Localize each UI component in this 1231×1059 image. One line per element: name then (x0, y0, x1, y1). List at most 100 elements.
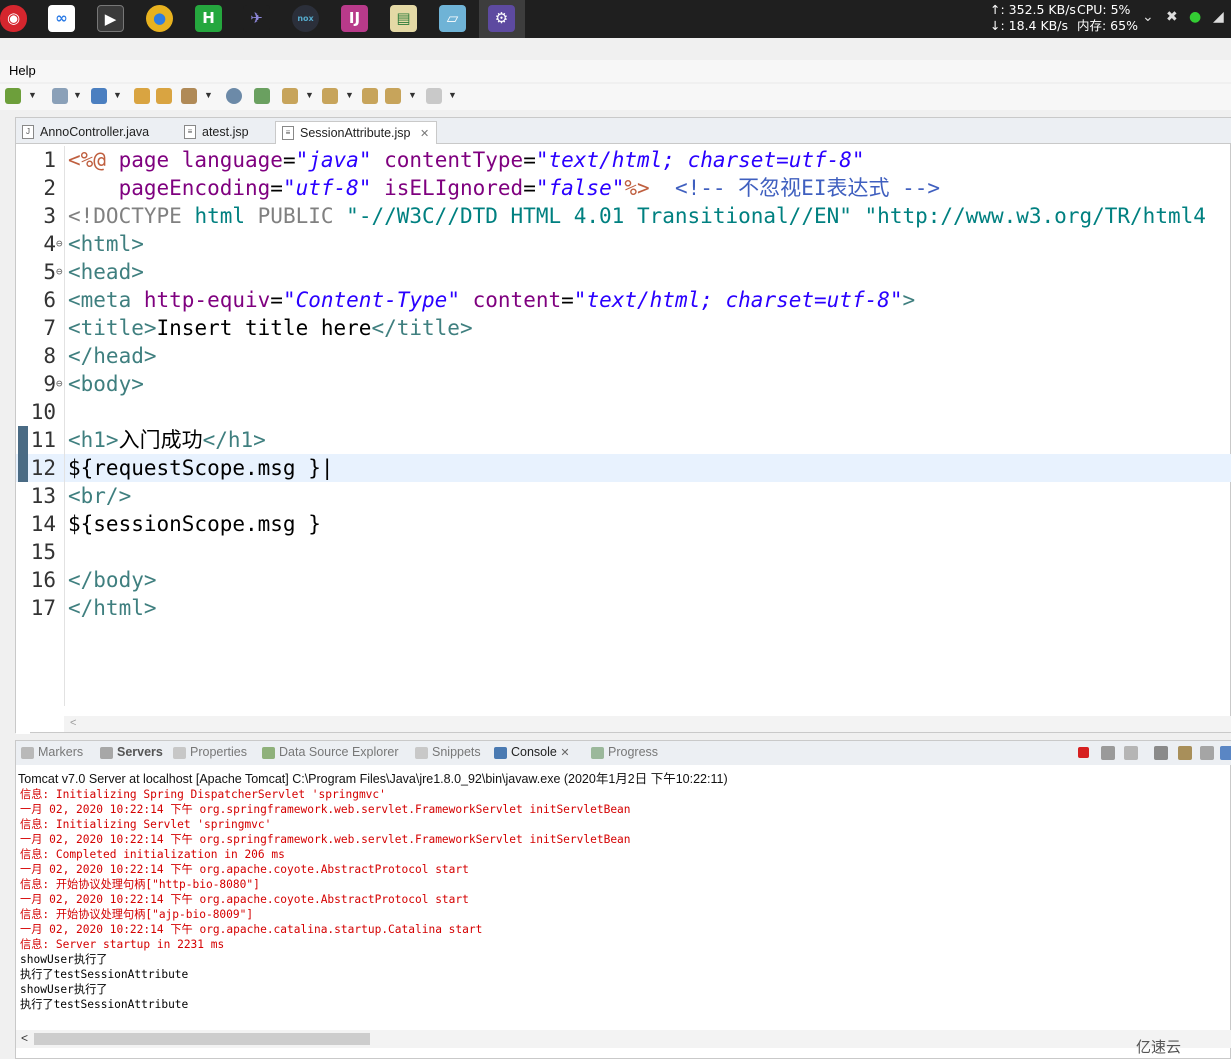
eclipse-app-icon[interactable]: ⚙ (488, 5, 515, 32)
code-line[interactable]: 1 <%@ page language="java" contentType="t… (16, 146, 1231, 174)
chevron-left-icon[interactable]: < (70, 717, 76, 729)
close-icon[interactable]: ✕ (420, 128, 429, 140)
tab-anno-controller[interactable]: J AnnoController.java (16, 121, 176, 144)
console-line: 信息: Initializing Servlet 'springmvc' (20, 818, 272, 831)
tab-session-attribute-jsp[interactable]: ≡ SessionAttribute.jsp ✕ (275, 121, 437, 144)
code-line[interactable]: 11 <h1>入门成功</h1> (16, 426, 1231, 454)
code-text: ${requestScope.msg }| (68, 456, 334, 480)
terminal-app-icon[interactable]: ▶ (97, 5, 124, 32)
chevron-down-icon[interactable]: ⌄ (1142, 9, 1154, 25)
clear-console-icon[interactable] (1154, 746, 1168, 760)
chrome-icon[interactable]: ● (146, 5, 173, 32)
code-line[interactable]: 8 </head> (16, 342, 1231, 370)
chevron-down-icon[interactable]: ▼ (448, 90, 457, 100)
tab-progress[interactable]: Progress (590, 745, 658, 759)
tab-label: Servers (117, 745, 163, 759)
progress-icon (591, 747, 604, 759)
globe-icon[interactable] (226, 88, 242, 104)
wechat-icon[interactable]: ● (1189, 9, 1201, 25)
remove-launch-icon[interactable] (1101, 746, 1115, 760)
tab-snippets[interactable]: Snippets (414, 745, 481, 759)
console-line: 信息: Completed initialization in 206 ms (20, 848, 285, 861)
jsp-file-icon: ≡ (184, 125, 196, 139)
close-icon[interactable]: ✕ (560, 747, 569, 759)
tab-markers[interactable]: Markers (20, 745, 83, 759)
fold-icon[interactable]: ⊖ (56, 230, 63, 258)
open-type-icon[interactable] (134, 88, 150, 104)
code-line[interactable]: 2 pageEncoding="utf-8" isELIgnored="fals… (16, 174, 1231, 202)
tab-label: AnnoController.java (40, 125, 150, 139)
debug-icon[interactable] (5, 88, 21, 104)
chevron-down-icon[interactable]: ▼ (345, 90, 354, 100)
remove-all-icon[interactable] (1124, 746, 1138, 760)
new-wizard-icon[interactable] (91, 88, 107, 104)
code-line[interactable]: 14 ${sessionScope.msg } (16, 510, 1231, 538)
back-arrow-icon[interactable] (385, 88, 401, 104)
code-line[interactable]: 12 ${requestScope.msg }| (16, 454, 1231, 482)
code-line[interactable]: 7 <title>Insert title here</title> (16, 314, 1231, 342)
search-icon[interactable] (254, 88, 270, 104)
menu-help[interactable]: Help (9, 63, 36, 78)
chevron-down-icon[interactable]: ▼ (28, 90, 37, 100)
nox-emulator-icon[interactable]: nox (292, 5, 319, 32)
baidu-netdisk-icon[interactable]: ∞ (48, 5, 75, 32)
netease-music-icon[interactable]: ◉ (0, 5, 27, 32)
tab-servers[interactable]: Servers (99, 745, 163, 759)
code-line[interactable]: 13 <br/> (16, 482, 1231, 510)
code-line[interactable]: 9 ⊖ <body> (16, 370, 1231, 398)
forward-arrow-icon[interactable] (426, 88, 442, 104)
code-line[interactable]: 6 <meta http-equiv="Content-Type" content… (16, 286, 1231, 314)
open-folder-icon[interactable] (156, 88, 172, 104)
fold-icon[interactable]: ⊖ (56, 370, 63, 398)
tab-atest-jsp[interactable]: ≡ atest.jsp (178, 121, 276, 144)
code-text: ${sessionScope.msg } (68, 512, 321, 536)
code-line[interactable]: 3 <!DOCTYPE html PUBLIC "-//W3C//DTD HTML… (16, 202, 1231, 230)
editor-tab-bar: J AnnoController.java ≡ atest.jsp ≡ Sess… (16, 118, 1231, 144)
chevron-down-icon[interactable]: ▼ (73, 90, 82, 100)
code-line[interactable]: 16 </body> (16, 566, 1231, 594)
line-number: 6 (43, 288, 56, 312)
stop-icon[interactable] (1078, 747, 1089, 758)
scrollbar-thumb[interactable] (34, 1033, 370, 1045)
code-line[interactable]: 4 ⊖ <html> (16, 230, 1231, 258)
editor-horizontal-scrollbar[interactable]: < (64, 716, 1231, 732)
tray-app-icon[interactable]: ✖ (1166, 9, 1178, 25)
line-number: 12 (30, 456, 56, 480)
brush-icon[interactable] (181, 88, 197, 104)
code-line[interactable]: 5 ⊖ <head> (16, 258, 1231, 286)
run-config-icon[interactable] (52, 88, 68, 104)
notebook-app-icon[interactable]: ▱ (439, 5, 466, 32)
console-horizontal-scrollbar[interactable]: < (16, 1030, 1231, 1048)
line-number: 15 (30, 540, 56, 564)
scroll-lock-icon[interactable] (1178, 746, 1192, 760)
fold-icon[interactable]: ⊖ (56, 258, 63, 286)
prev-annotation-icon[interactable] (322, 88, 338, 104)
tab-console[interactable]: Console ✕ (493, 745, 570, 759)
hbuilder-icon[interactable]: H (195, 5, 222, 32)
notepad-chart-icon[interactable]: ▤ (390, 5, 417, 32)
console-line: 信息: Server startup in 2231 ms (20, 938, 225, 951)
last-edit-icon[interactable] (362, 88, 378, 104)
code-line[interactable]: 10 (16, 398, 1231, 426)
console-line: 信息: Initializing Spring DispatcherServle… (20, 788, 386, 801)
console-tab-bar: Markers Servers Properties Data Source E… (16, 741, 1231, 765)
chevron-left-icon[interactable]: < (21, 1031, 28, 1045)
code-line[interactable]: 15 (16, 538, 1231, 566)
word-wrap-icon[interactable] (1200, 746, 1214, 760)
code-editor[interactable]: 1 <%@ page language="java" contentType="t… (16, 146, 1231, 706)
notification-icon[interactable]: ◢ (1213, 9, 1224, 25)
dolphin-app-icon[interactable]: ✈ (243, 5, 270, 32)
chevron-down-icon[interactable]: ▼ (305, 90, 314, 100)
chevron-down-icon[interactable]: ▼ (113, 90, 122, 100)
next-annotation-icon[interactable] (282, 88, 298, 104)
console-line: 一月 02, 2020 10:22:14 下午 org.apache.coyot… (20, 863, 469, 876)
code-line[interactable]: 17 </html> (16, 594, 1231, 622)
console-line: showUser执行了 (20, 983, 108, 996)
servers-icon (100, 747, 113, 759)
intellij-idea-icon[interactable]: IJ (341, 5, 368, 32)
pin-console-icon[interactable] (1220, 746, 1231, 760)
chevron-down-icon[interactable]: ▼ (204, 90, 213, 100)
tab-properties[interactable]: Properties (172, 745, 247, 759)
chevron-down-icon[interactable]: ▼ (408, 90, 417, 100)
tab-data-source-explorer[interactable]: Data Source Explorer (261, 745, 399, 759)
